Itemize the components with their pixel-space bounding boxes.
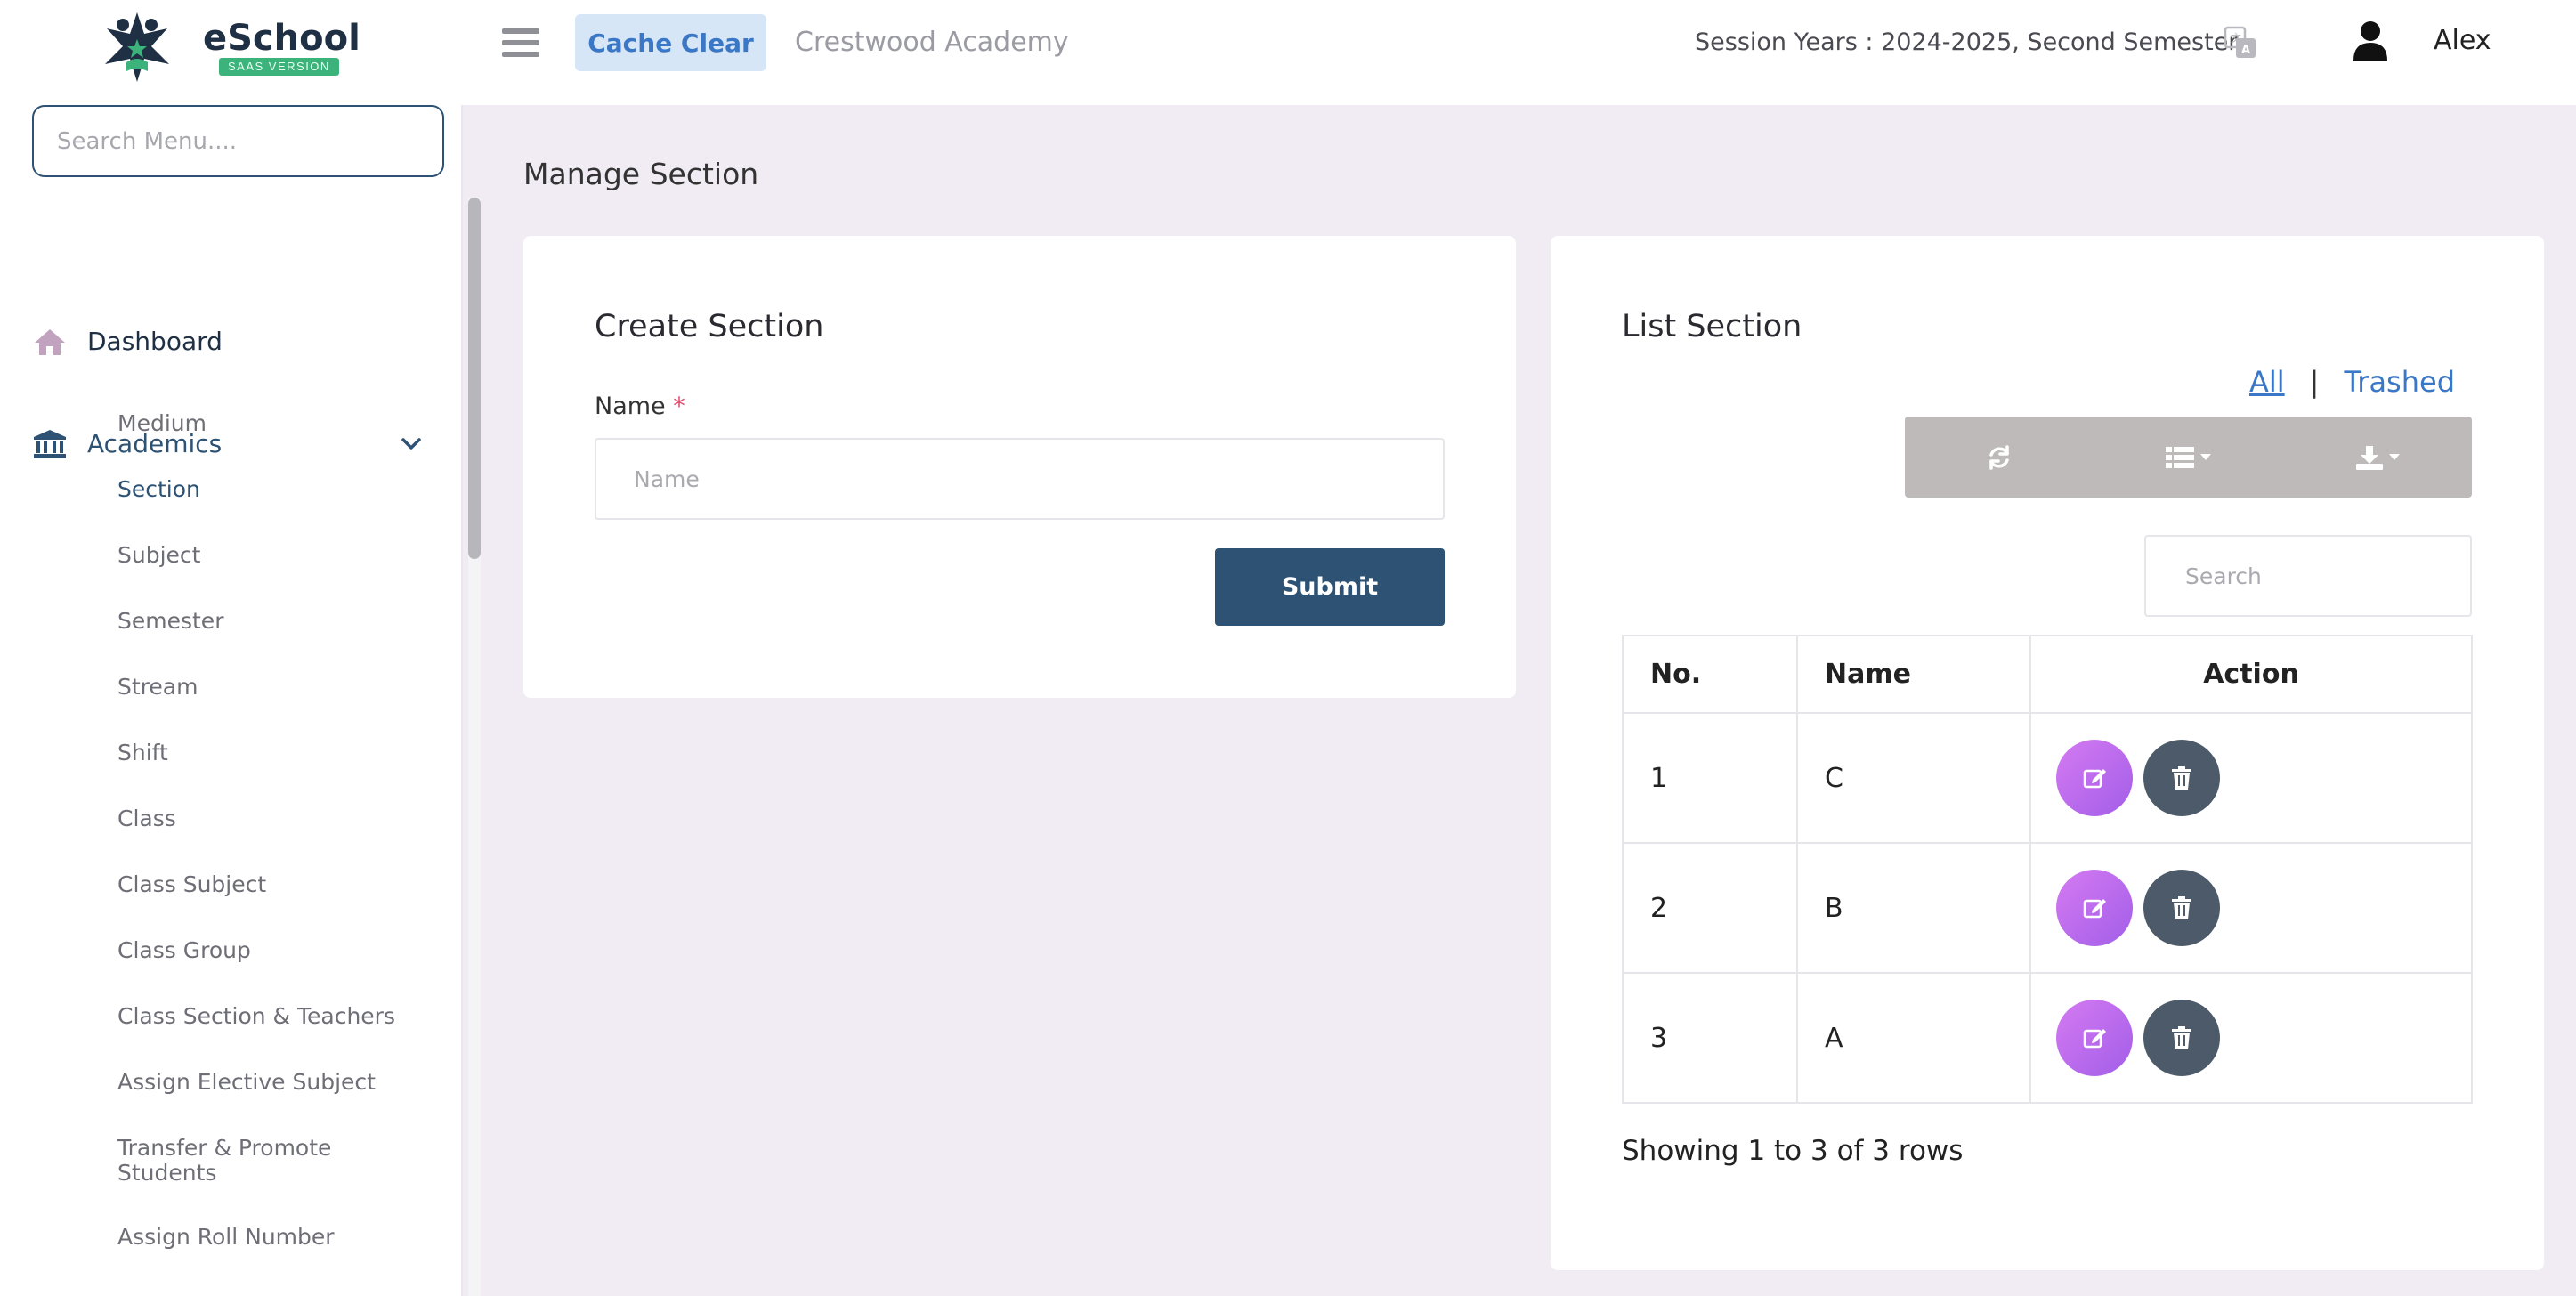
create-section-card: Create Section Name * Submit: [523, 236, 1516, 698]
eschool-logo-icon: [105, 12, 169, 82]
cache-clear-button[interactable]: Cache Clear: [575, 14, 766, 71]
caret-down-icon: [2388, 454, 2400, 460]
section-name-input[interactable]: [595, 438, 1445, 520]
sidebar: Dashboard Academics Medium Section Subje…: [0, 105, 463, 1296]
brand[interactable]: eSchool SAAS VERSION: [93, 9, 360, 85]
language-translate-icon[interactable]: 文 A: [2223, 25, 2258, 61]
edit-icon: [2083, 1029, 2106, 1049]
cell-name: B: [1796, 842, 2031, 974]
column-header-action: Action: [2029, 635, 2473, 714]
cell-no: 2: [1622, 842, 1798, 974]
sidebar-scroll-thumb[interactable]: [468, 198, 481, 559]
sidebar-item-dashboard[interactable]: Dashboard: [32, 324, 223, 360]
sections-table: No. Name Action 1 C 2 B 3 A: [1622, 635, 2473, 1104]
list-section-card: List Section All | Trashed Search No. Na…: [1551, 236, 2544, 1270]
cell-name: C: [1796, 712, 2031, 844]
table-row: 3 A: [1622, 972, 2473, 1104]
hamburger-menu-icon[interactable]: [500, 25, 541, 61]
delete-button[interactable]: [2143, 740, 2220, 816]
caret-down-icon: [2200, 454, 2212, 460]
sidebar-subitem-subject[interactable]: Subject: [117, 543, 420, 568]
sidebar-subitem-class-subject[interactable]: Class Subject: [117, 872, 420, 897]
export-button[interactable]: [2283, 417, 2472, 498]
name-label-text: Name: [595, 393, 666, 420]
edit-button[interactable]: [2056, 1000, 2133, 1076]
delete-button[interactable]: [2143, 1000, 2220, 1076]
sidebar-subitem-stream[interactable]: Stream: [117, 675, 420, 700]
sidebar-subitem-class[interactable]: Class: [117, 806, 420, 831]
column-header-no[interactable]: No.: [1622, 635, 1798, 714]
sidebar-subitem-transfer-promote-students[interactable]: Transfer & Promote Students: [117, 1136, 367, 1186]
university-icon: [34, 430, 66, 458]
sidebar-subitem-assign-elective-subject[interactable]: Assign Elective Subject: [117, 1070, 420, 1095]
home-icon: [35, 329, 65, 355]
user-avatar-icon[interactable]: [2352, 20, 2389, 62]
search-menu-input[interactable]: [32, 105, 444, 177]
trash-icon: [2172, 1026, 2191, 1049]
columns-icon: [2166, 446, 2195, 468]
school-name: Crestwood Academy: [795, 27, 1069, 58]
sidebar-subitem-section[interactable]: Section: [117, 477, 420, 502]
filter-separator: |: [2309, 365, 2320, 399]
trash-icon: [2172, 766, 2191, 790]
sidebar-subitem-class-section-teachers[interactable]: Class Section & Teachers: [117, 1004, 420, 1029]
trash-icon: [2172, 896, 2191, 919]
page-title: Manage Section: [523, 157, 759, 191]
sidebar-scrollbar[interactable]: [468, 198, 481, 1296]
cell-no: 3: [1622, 972, 1798, 1104]
sidebar-subitem-shift[interactable]: Shift: [117, 741, 420, 765]
session-years-text: Session Years : 2024-2025, Second Semest…: [1695, 28, 2239, 56]
table-header-row: No. Name Action: [1622, 635, 2473, 714]
sidebar-subitem-semester[interactable]: Semester: [117, 609, 420, 634]
brand-name: eSchool: [203, 18, 360, 59]
filter-links: All | Trashed: [2249, 364, 2455, 400]
svg-text:A: A: [2241, 44, 2250, 57]
edit-icon: [2083, 899, 2106, 919]
cell-actions: [2029, 972, 2473, 1104]
required-marker: *: [673, 393, 685, 420]
column-header-name[interactable]: Name: [1796, 635, 2031, 714]
list-section-title: List Section: [1622, 309, 1802, 344]
filter-trashed-link[interactable]: Trashed: [2344, 364, 2455, 400]
name-field-label: Name *: [595, 391, 685, 423]
cell-name: A: [1796, 972, 2031, 1104]
edit-button[interactable]: [2056, 870, 2133, 946]
table-row: 1 C: [1622, 712, 2473, 844]
table-toolbar: [1905, 417, 2472, 498]
sidebar-subitem-assign-roll-number[interactable]: Assign Roll Number: [117, 1225, 420, 1250]
submit-button[interactable]: Submit: [1215, 548, 1445, 626]
sidebar-subitem-class-group[interactable]: Class Group: [117, 938, 420, 963]
cell-no: 1: [1622, 712, 1798, 844]
create-section-title: Create Section: [595, 309, 824, 344]
pagination-info: Showing 1 to 3 of 3 rows: [1622, 1135, 1964, 1167]
filter-all-link[interactable]: All: [2249, 364, 2285, 400]
edit-icon: [2083, 769, 2106, 789]
edit-button[interactable]: [2056, 740, 2133, 816]
refresh-button[interactable]: [1905, 417, 2094, 498]
export-icon: [2355, 445, 2383, 470]
svg-text:文: 文: [2231, 31, 2241, 45]
refresh-icon: [1989, 444, 2009, 470]
top-navbar: eSchool SAAS VERSION Cache Clear Crestwo…: [0, 0, 2576, 105]
table-row: 2 B: [1622, 842, 2473, 974]
columns-toggle-button[interactable]: [2094, 417, 2282, 498]
brand-badge: SAAS VERSION: [219, 58, 339, 76]
delete-button[interactable]: [2143, 870, 2220, 946]
sidebar-subitem-medium[interactable]: Medium: [117, 411, 420, 436]
cell-actions: [2029, 712, 2473, 844]
cell-actions: [2029, 842, 2473, 974]
user-name[interactable]: Alex: [2434, 23, 2491, 59]
sidebar-item-label: Dashboard: [87, 327, 223, 356]
table-search-input[interactable]: [2144, 535, 2472, 617]
